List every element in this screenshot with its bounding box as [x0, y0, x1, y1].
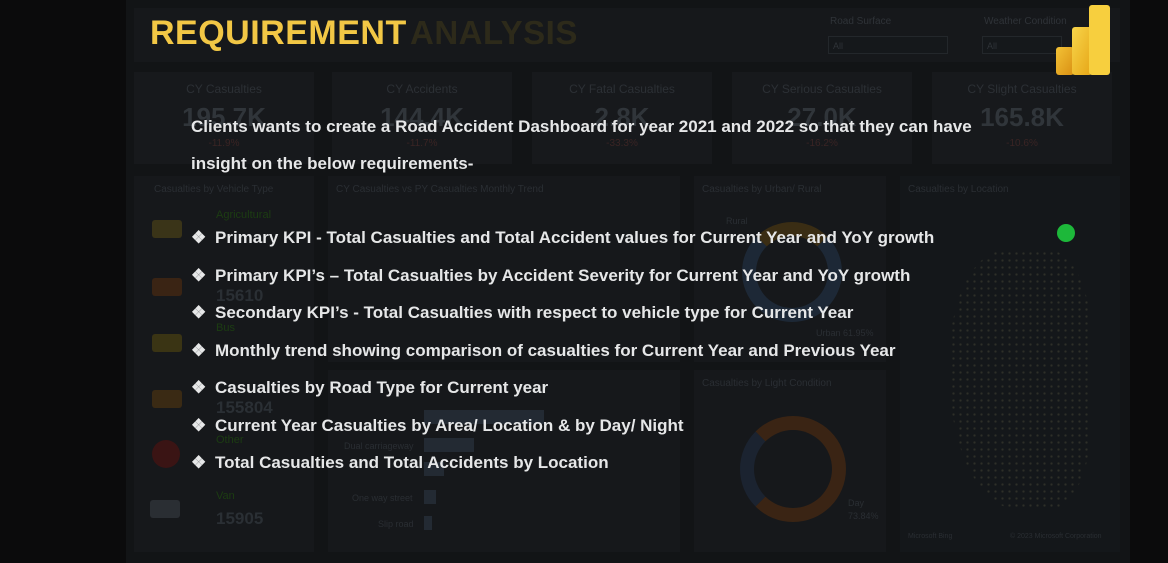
requirement-item: ❖ Current Year Casualties by Area/ Locati… — [191, 407, 934, 445]
kpi-title: CY Casualties — [186, 82, 262, 96]
bullet-icon: ❖ — [191, 265, 207, 285]
filter-select-weather[interactable]: All — [982, 36, 1062, 54]
tractor-icon — [152, 220, 182, 238]
requirement-item: ❖ Monthly trend showing comparison of cas… — [191, 332, 934, 370]
requirements-list: ❖ Primary KPI - Total Casualties and Tota… — [191, 219, 934, 482]
requirement-text: Total Casualties and Total Accidents by … — [215, 453, 609, 472]
donut-label: 73.84% — [848, 511, 879, 521]
road-bar — [424, 516, 432, 530]
car-icon — [152, 390, 182, 408]
motorcycle-icon — [152, 278, 182, 296]
requirement-text: Current Year Casualties by Area/ Locatio… — [215, 415, 684, 435]
vehicle-value: 15905 — [216, 509, 264, 528]
requirement-item: ❖ Total Casualties and Total Accidents by… — [191, 444, 934, 482]
bullet-icon: ❖ — [191, 340, 207, 360]
requirement-text: Secondary KPI’s - Total Casualties with … — [215, 303, 854, 322]
donut-label: Day — [848, 498, 865, 508]
panel-title: CY Casualties vs PY Casualties Monthly T… — [336, 184, 544, 195]
filter-select-road-surface[interactable]: All — [828, 36, 948, 54]
requirement-text: Primary KPI’s – Total Casualties by Acci… — [215, 265, 911, 285]
road-label: One way street — [352, 493, 413, 503]
slide: ANALYSIS Road Surface All Weather Condit… — [0, 0, 1168, 563]
road-label: Slip road — [378, 519, 414, 529]
kpi-title: CY Fatal Casualties — [569, 82, 675, 96]
bullet-icon: ❖ — [191, 415, 207, 435]
requirement-text: Casualties by Road Type for Current year — [215, 378, 549, 397]
bullet-icon: ❖ — [191, 378, 207, 397]
page-title: REQUIREMENT — [150, 14, 407, 52]
map-credit: Microsoft Bing — [908, 533, 953, 540]
accident-map-dots — [950, 250, 1090, 510]
other-icon — [152, 440, 180, 468]
ghost-title: ANALYSIS — [410, 14, 578, 51]
requirement-item: ❖ Primary KPI’s – Total Casualties by Acc… — [191, 257, 934, 295]
requirement-text: Primary KPI - Total Casualties and Total… — [215, 228, 935, 247]
requirement-item: ❖ Primary KPI - Total Casualties and Tota… — [191, 219, 934, 257]
road-bar — [424, 490, 436, 504]
status-dot-icon — [1057, 224, 1075, 242]
panel-title: Casualties by Urban/ Rural — [702, 184, 822, 195]
requirement-item: ❖ Casualties by Road Type for Current yea… — [191, 369, 934, 407]
bullet-icon: ❖ — [191, 228, 207, 247]
panel-title: Casualties by Vehicle Type — [154, 184, 274, 195]
filter-label-road-surface: Road Surface — [830, 16, 892, 27]
kpi-title: CY Slight Casualties — [967, 82, 1077, 96]
requirement-item: ❖ Secondary KPI’s - Total Casualties with… — [191, 294, 934, 332]
bus-icon — [152, 334, 182, 352]
filter-label-weather: Weather Condition — [984, 16, 1067, 27]
power-bi-logo-icon — [1056, 5, 1110, 75]
van-icon — [150, 500, 180, 518]
bullet-icon: ❖ — [191, 453, 207, 472]
intro-text: Clients wants to create a Road Accident … — [191, 117, 972, 173]
kpi-title: CY Serious Casualties — [762, 82, 882, 96]
requirement-text: Monthly trend showing comparison of casu… — [215, 340, 896, 360]
map-credit: © 2023 Microsoft Corporation — [1010, 533, 1102, 540]
kpi-title: CY Accidents — [386, 82, 458, 96]
panel-title: Casualties by Location — [908, 184, 1009, 195]
vehicle-label: Van — [216, 490, 235, 502]
bullet-icon: ❖ — [191, 303, 207, 322]
